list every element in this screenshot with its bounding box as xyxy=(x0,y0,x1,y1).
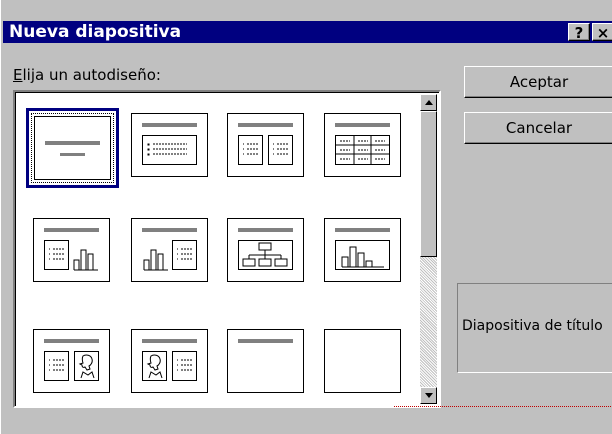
layout-blank[interactable] xyxy=(324,329,401,393)
scroll-thumb[interactable] xyxy=(420,111,437,257)
clip-art-person-icon xyxy=(146,354,163,379)
title-bar: Nueva diapositiva ? × xyxy=(3,21,612,43)
layout-title-only[interactable] xyxy=(227,329,304,393)
chart-placeholder xyxy=(335,240,390,270)
layout-clip-art-and-text[interactable] xyxy=(131,329,208,393)
ok-button[interactable]: Aceptar xyxy=(464,66,612,98)
dotted-divider xyxy=(394,406,612,407)
layout-title-slide[interactable] xyxy=(26,108,119,188)
arrow-down-icon xyxy=(425,393,433,398)
layout-text-and-clip-art[interactable] xyxy=(33,329,110,393)
layout-two-column-text[interactable] xyxy=(227,113,304,177)
org-chart-icon xyxy=(242,242,288,267)
layout-thumb-title-slide xyxy=(34,116,111,180)
clip-art-placeholder xyxy=(142,351,167,381)
chart-icon xyxy=(73,249,98,271)
scroll-down-button[interactable] xyxy=(420,387,437,404)
layout-description: Diapositiva de título xyxy=(462,318,603,334)
text-placeholder xyxy=(172,351,197,381)
dialog-title: Nueva diapositiva xyxy=(9,22,182,42)
org-chart-placeholder xyxy=(238,240,293,270)
close-button[interactable]: × xyxy=(592,23,612,42)
text-placeholder xyxy=(44,240,69,270)
text-placeholder xyxy=(142,135,197,165)
arrow-up-icon xyxy=(425,100,433,105)
text-placeholder xyxy=(172,240,197,270)
layout-description-box: Diapositiva de título xyxy=(457,283,612,373)
title-placeholder xyxy=(142,228,197,232)
chart-icon xyxy=(341,246,384,268)
prompt-text: lija un autodiseño: xyxy=(22,66,161,84)
title-placeholder xyxy=(238,123,293,127)
text-left-placeholder xyxy=(238,135,263,165)
layout-organization-chart[interactable] xyxy=(227,218,304,282)
bullets-icon xyxy=(147,143,187,156)
title-placeholder xyxy=(335,228,390,232)
title-placeholder xyxy=(238,228,293,232)
title-placeholder xyxy=(335,123,390,127)
table-placeholder xyxy=(335,135,390,165)
new-slide-dialog: Nueva diapositiva ? × Elija un autodiseñ… xyxy=(0,0,612,434)
title-placeholder xyxy=(45,141,100,145)
text-right-placeholder xyxy=(268,135,293,165)
scroll-up-button[interactable] xyxy=(420,94,437,111)
title-placeholder xyxy=(44,228,99,232)
title-placeholder xyxy=(44,339,99,343)
vertical-scrollbar[interactable] xyxy=(420,94,437,404)
layout-chart-and-text[interactable] xyxy=(131,218,208,282)
text-placeholder xyxy=(44,351,69,381)
layout-chart[interactable] xyxy=(324,218,401,282)
help-button[interactable]: ? xyxy=(568,23,590,42)
layout-prompt-label: Elija un autodiseño: xyxy=(13,66,161,84)
layout-bulleted-list[interactable] xyxy=(131,113,208,177)
title-placeholder xyxy=(238,339,293,343)
layout-table[interactable] xyxy=(324,113,401,177)
layout-text-and-chart[interactable] xyxy=(33,218,110,282)
autolayout-listbox[interactable] xyxy=(13,90,441,408)
table-icon xyxy=(336,136,389,164)
title-placeholder xyxy=(142,339,197,343)
cancel-button[interactable]: Cancelar xyxy=(464,112,612,144)
clip-art-person-icon xyxy=(78,354,95,379)
clip-art-placeholder xyxy=(74,351,99,381)
subtitle-placeholder xyxy=(60,153,85,156)
chart-icon xyxy=(143,249,168,271)
title-placeholder xyxy=(142,123,197,127)
